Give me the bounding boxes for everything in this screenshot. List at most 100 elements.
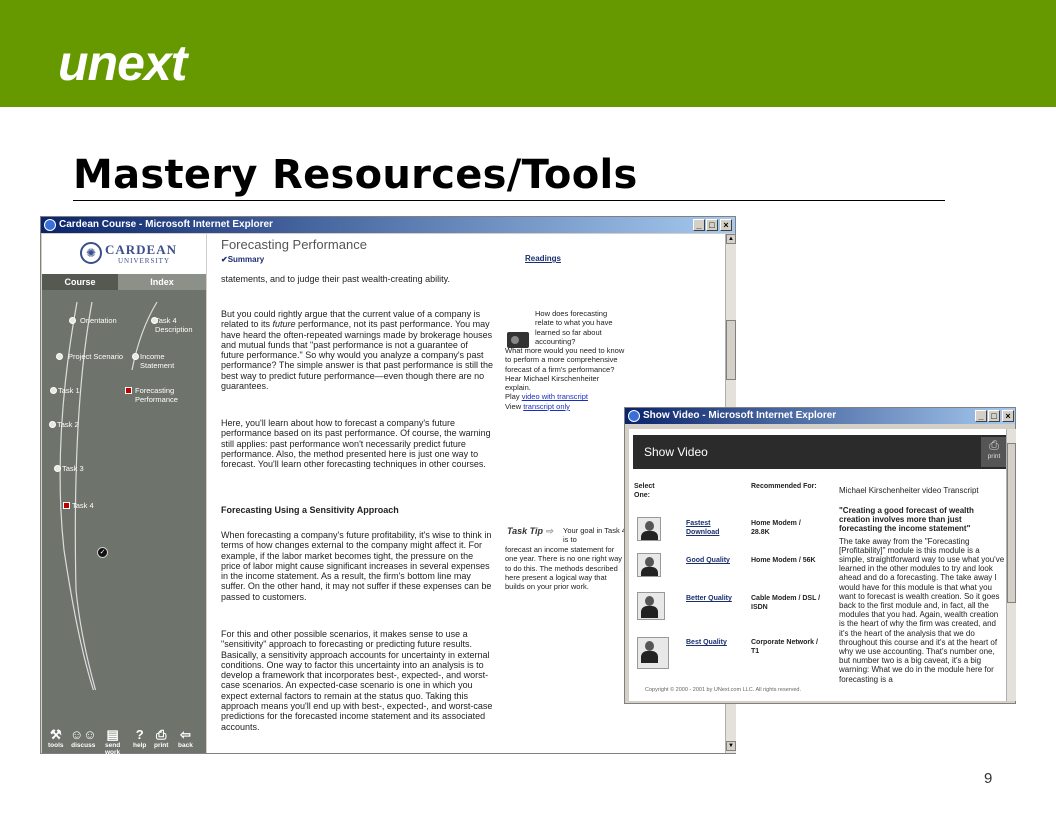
transcript-only-link[interactable]: transcript only: [523, 402, 570, 411]
discuss-label: discuss: [71, 742, 96, 749]
speaker-thumbnail: [637, 637, 669, 669]
sidebar-note: What more would you need to know to perf…: [505, 346, 627, 411]
task-tip-body: forecast an income statement for one yea…: [505, 545, 623, 592]
node-task3[interactable]: Task 3: [62, 464, 84, 473]
recommended-value: Home Modem / 56K: [751, 557, 816, 564]
close-button[interactable]: ×: [720, 219, 732, 231]
main-window-titlebar[interactable]: Cardean Course - Microsoft Internet Expl…: [41, 217, 735, 233]
text-run: performance, not its past performance. Y…: [221, 319, 493, 392]
title-rule: [73, 200, 945, 201]
check-icon: ✔: [221, 255, 228, 264]
video-header: Show Video ⎙ print: [633, 435, 1006, 469]
node-forecasting-performance[interactable]: Forecasting Performance: [135, 386, 178, 404]
ie-icon: [628, 410, 640, 422]
tools-button[interactable]: ⚒ tools: [48, 727, 64, 750]
paragraph: Here, you'll learn about how to forecast…: [221, 418, 491, 470]
send-work-label: send work: [105, 742, 121, 756]
summary-link[interactable]: ✔Summary: [221, 255, 264, 264]
transcript-body: The take away from the "Forecasting [Pro…: [839, 536, 1005, 684]
paragraph: When forecasting a company's future prof…: [221, 530, 492, 602]
task-tip-label: Task Tip ⇨: [507, 526, 553, 537]
scroll-up-icon[interactable]: ▲: [726, 234, 736, 244]
cardean-emblem-icon: ✺: [80, 242, 102, 264]
section-heading: Forecasting Using a Sensitivity Approach: [221, 505, 399, 515]
task-tip-text: Task Tip: [507, 526, 544, 536]
node-task1[interactable]: Task 1: [58, 386, 80, 395]
video-window-title: Show Video - Microsoft Internet Explorer: [643, 410, 837, 421]
scroll-down-icon[interactable]: ▼: [726, 741, 736, 751]
task-tip-intro: Your goal in Task 4 is to: [563, 526, 626, 545]
emphasis-text: future: [272, 319, 296, 330]
course-sidebar: ✺ CARDEAN UNIVERSITY Course Index Orient…: [42, 234, 206, 757]
back-button[interactable]: ⇦ back: [178, 728, 193, 750]
send-work-button[interactable]: ▤ send work: [105, 728, 121, 757]
node-orientation[interactable]: Orientation: [80, 316, 117, 325]
video-print-button[interactable]: ⎙ print: [981, 437, 1006, 467]
arrow-right-icon: ⇨: [545, 526, 554, 536]
transcript-text: "Creating a good forecast of wealth crea…: [839, 506, 1005, 684]
sidebar-question: How does forecasting relate to what you …: [535, 309, 613, 346]
best-quality-link[interactable]: Best Quality: [686, 639, 727, 648]
video-header-title: Show Video: [644, 445, 708, 459]
node-current-marker: [125, 387, 132, 394]
header-banner: unext: [0, 0, 1056, 107]
help-button[interactable]: ? help: [133, 728, 147, 750]
cardean-logo-name: CARDEAN: [105, 242, 177, 257]
node-task2[interactable]: Task 2: [57, 420, 79, 429]
summary-label: Summary: [227, 255, 265, 264]
recommended-value: Corporate Network / T1: [751, 639, 818, 655]
sidebar-note-text: What more would you need to know to perf…: [505, 346, 625, 393]
good-quality-link[interactable]: Good Quality: [686, 557, 730, 566]
back-label: back: [178, 742, 193, 749]
ie-icon: [44, 219, 56, 231]
speaker-thumbnail: [637, 592, 665, 620]
recommended-for-label: Recommended For:: [751, 483, 817, 490]
scroll-thumb[interactable]: [726, 320, 736, 380]
maximize-button[interactable]: □: [988, 410, 1000, 422]
transcript-header: Michael Kirschenheiter video Transcript: [839, 486, 979, 495]
course-map-paths: [59, 301, 158, 690]
node-income-statement[interactable]: Income Statement: [140, 352, 174, 370]
video-content: Show Video ⎙ print Select One: Recommende…: [629, 429, 1006, 701]
minimize-button[interactable]: _: [975, 410, 987, 422]
node-dot: [56, 353, 63, 360]
copyright: Copyright © 2000 - 2001 by UNext.com LLC…: [645, 687, 801, 693]
fastest-download-link[interactable]: Fastest Download: [686, 520, 719, 537]
course-toolbar: ⚒ tools ☺☺ discuss ▤ send work ? help ⎙ print…: [42, 727, 206, 757]
slide-title: Mastery Resources/Tools: [73, 152, 638, 198]
node-dot: [49, 421, 56, 428]
tools-label: tools: [48, 742, 64, 749]
play-label: Play: [505, 392, 522, 402]
node-dot: [132, 353, 139, 360]
scroll-thumb[interactable]: [1007, 443, 1016, 603]
print-label: print: [154, 742, 169, 749]
finish-node-icon[interactable]: ✓: [97, 547, 108, 558]
print-button[interactable]: ⎙ print: [154, 727, 169, 750]
help-label: help: [133, 742, 147, 749]
printer-icon: ⎙: [989, 438, 999, 452]
node-task4[interactable]: Task 4: [72, 501, 94, 510]
maximize-button[interactable]: □: [706, 219, 718, 231]
wrench-icon: ⚒: [49, 727, 62, 742]
node-project-scenario[interactable]: Project Scenario: [68, 352, 123, 361]
node-task4-description[interactable]: Task 4 Description: [155, 316, 193, 334]
video-scrollbar[interactable]: [1006, 429, 1016, 701]
view-label: View: [505, 401, 524, 411]
video-print-label: print: [987, 453, 1001, 460]
transcript-quote: "Creating a good forecast of wealth crea…: [839, 506, 974, 534]
video-with-transcript-link[interactable]: video with transcript: [522, 392, 588, 401]
main-window-title: Cardean Course - Microsoft Internet Expl…: [59, 219, 273, 230]
close-button[interactable]: ×: [1002, 410, 1014, 422]
tab-index[interactable]: Index: [118, 274, 206, 290]
node-task4-marker: [63, 502, 70, 509]
unext-logo: unext: [58, 35, 187, 91]
video-window-titlebar[interactable]: Show Video - Microsoft Internet Explorer: [625, 408, 1015, 424]
readings-link[interactable]: Readings: [525, 254, 561, 263]
course-map: Orientation Task 4 Description Project S…: [42, 290, 206, 690]
discuss-button[interactable]: ☺☺ discuss: [70, 728, 97, 750]
paragraph: statements, and to judge their past weal…: [221, 274, 450, 284]
printer-icon: ⎙: [156, 727, 167, 742]
minimize-button[interactable]: _: [693, 219, 705, 231]
tab-course[interactable]: Course: [42, 274, 118, 290]
better-quality-link[interactable]: Better Quality: [686, 595, 732, 604]
